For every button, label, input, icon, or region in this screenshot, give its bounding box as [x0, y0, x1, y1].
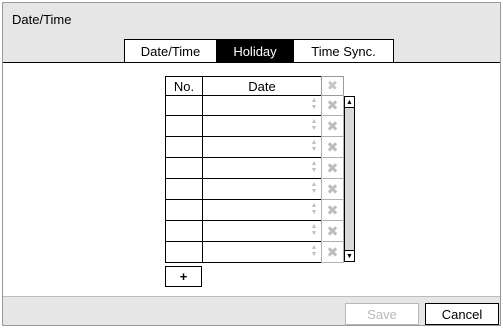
spinner-icon[interactable]: ▲ ▼	[310, 97, 318, 112]
spinner-icon[interactable]: ▲ ▼	[310, 139, 318, 154]
tab-date-time[interactable]: Date/Time	[124, 39, 216, 63]
row-date-field[interactable]: ▲ ▼	[202, 116, 322, 137]
cancel-button[interactable]: Cancel	[425, 303, 499, 325]
table-row: ▲ ▼ ✖	[165, 158, 345, 179]
row-no-cell	[165, 179, 203, 200]
tab-holiday[interactable]: Holiday	[216, 39, 293, 63]
footer-divider	[3, 296, 500, 297]
delete-row-icon[interactable]: ✖	[321, 158, 344, 179]
delete-row-icon[interactable]: ✖	[321, 242, 344, 263]
row-date-field[interactable]: ▲ ▼	[202, 137, 322, 158]
spinner-icon[interactable]: ▲ ▼	[310, 181, 318, 196]
title-bar: Date/Time Date/Time Holiday Time Sync.	[3, 3, 500, 63]
row-no-cell	[165, 137, 203, 158]
holiday-panel: No. Date ✖ ▲ ▼ ✖ ▲ ▼ ✖ ▲ ▼ ✖ ▲ ▼ ✖ ▲ ▼ ✖…	[3, 63, 500, 296]
spinner-icon[interactable]: ▲ ▼	[310, 244, 318, 259]
spinner-icon[interactable]: ▲ ▼	[310, 223, 318, 238]
scroll-down-icon[interactable]: ▼	[345, 250, 354, 261]
row-date-field[interactable]: ▲ ▼	[202, 221, 322, 242]
row-date-field[interactable]: ▲ ▼	[202, 200, 322, 221]
delete-row-icon[interactable]: ✖	[321, 95, 344, 116]
row-date-field[interactable]: ▲ ▼	[202, 179, 322, 200]
delete-row-icon[interactable]: ✖	[321, 116, 344, 137]
dialog-footer: Save Cancel	[3, 296, 500, 325]
table-row: ▲ ▼ ✖	[165, 200, 345, 221]
table-scrollbar[interactable]: ▲ ▼	[344, 96, 355, 262]
row-no-cell	[165, 158, 203, 179]
column-header-no: No.	[165, 76, 203, 96]
scroll-track[interactable]	[345, 108, 354, 250]
table-row: ▲ ▼ ✖	[165, 242, 345, 263]
row-date-field[interactable]: ▲ ▼	[202, 95, 322, 116]
delete-row-icon[interactable]: ✖	[321, 200, 344, 221]
save-button[interactable]: Save	[345, 303, 419, 325]
table-row: ▲ ▼ ✖	[165, 116, 345, 137]
holiday-table: No. Date ✖ ▲ ▼ ✖ ▲ ▼ ✖ ▲ ▼ ✖ ▲ ▼ ✖ ▲ ▼ ✖…	[165, 76, 356, 263]
tab-time-sync[interactable]: Time Sync.	[293, 39, 394, 63]
row-no-cell	[165, 116, 203, 137]
table-body: ▲ ▼ ✖ ▲ ▼ ✖ ▲ ▼ ✖ ▲ ▼ ✖ ▲ ▼ ✖ ▲ ▼ ✖ ▲ ▼ …	[165, 95, 345, 263]
datetime-dialog: Date/Time Date/Time Holiday Time Sync. N…	[2, 2, 501, 326]
add-holiday-button[interactable]: +	[165, 266, 202, 287]
delete-row-icon[interactable]: ✖	[321, 221, 344, 242]
column-header-date: Date	[202, 76, 322, 96]
spinner-icon[interactable]: ▲ ▼	[310, 202, 318, 217]
table-row: ▲ ▼ ✖	[165, 221, 345, 242]
row-no-cell	[165, 221, 203, 242]
delete-all-icon[interactable]: ✖	[321, 76, 344, 96]
table-row: ▲ ▼ ✖	[165, 137, 345, 158]
row-no-cell	[165, 242, 203, 263]
spinner-icon[interactable]: ▲ ▼	[310, 118, 318, 133]
row-no-cell	[165, 200, 203, 221]
row-date-field[interactable]: ▲ ▼	[202, 242, 322, 263]
delete-row-icon[interactable]: ✖	[321, 137, 344, 158]
table-row: ▲ ▼ ✖	[165, 95, 345, 116]
scroll-up-icon[interactable]: ▲	[345, 97, 354, 108]
table-row: ▲ ▼ ✖	[165, 179, 345, 200]
dialog-title: Date/Time	[12, 12, 72, 27]
delete-row-icon[interactable]: ✖	[321, 179, 344, 200]
row-no-cell	[165, 95, 203, 116]
spinner-icon[interactable]: ▲ ▼	[310, 160, 318, 175]
row-date-field[interactable]: ▲ ▼	[202, 158, 322, 179]
tab-bar: Date/Time Holiday Time Sync.	[124, 39, 394, 63]
